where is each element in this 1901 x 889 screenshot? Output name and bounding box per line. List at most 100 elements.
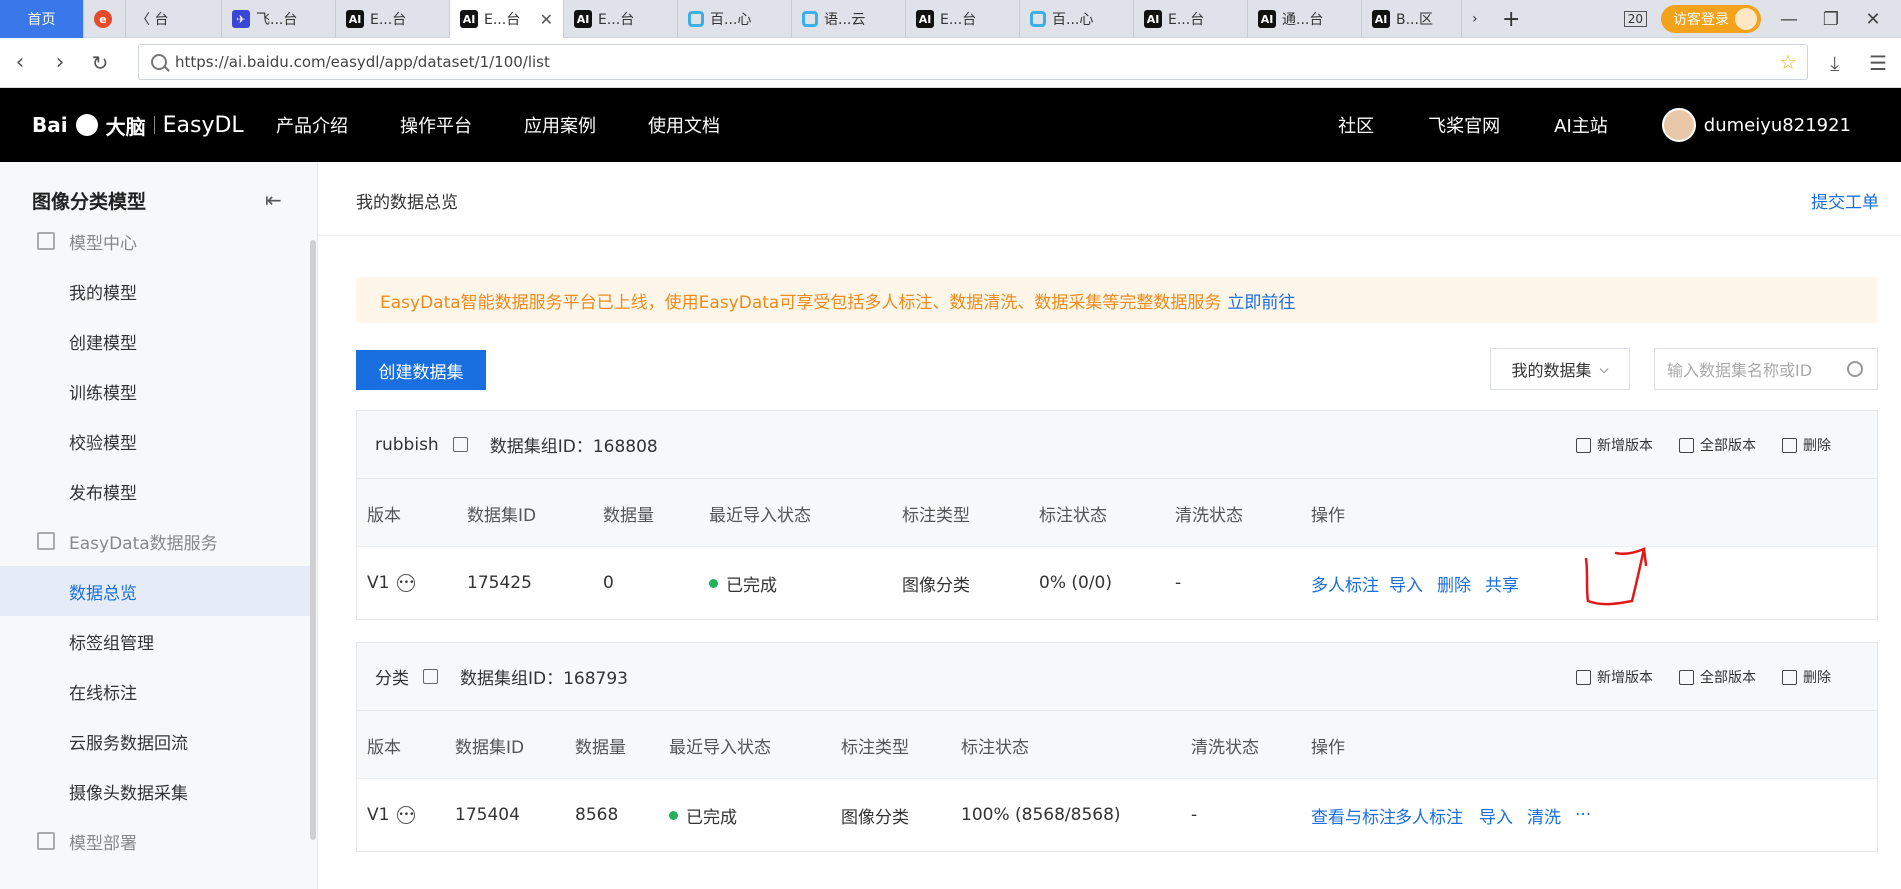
nav-cases[interactable]: 应用案例 [524, 112, 596, 138]
sidebar-item-online-labeling[interactable]: 在线标注 [0, 666, 310, 716]
back-icon[interactable]: ‹ [0, 50, 40, 75]
tab-2[interactable]: ✈ 飞...台 [222, 0, 336, 38]
tab-3[interactable]: AI E...台 [336, 0, 450, 38]
more-ops-link[interactable]: ··· [1575, 779, 1591, 851]
nav-ai-main[interactable]: AI主站 [1554, 112, 1608, 138]
sidebar-item-label: 模型中心 [69, 233, 137, 254]
create-dataset-button[interactable]: 创建数据集 [356, 350, 486, 390]
minimize-icon[interactable]: — [1775, 9, 1803, 30]
sidebar: 图像分类模型 ⇤ 模型中心 我的模型 创建模型 训练模型 校验模型 发布模型 E… [0, 162, 318, 889]
restore-icon[interactable]: ❐ [1817, 9, 1845, 30]
add-version-button[interactable]: 新增版本 [1576, 667, 1653, 687]
nav-platform[interactable]: 操作平台 [400, 112, 472, 138]
tab-0[interactable]: e [84, 0, 126, 38]
more-options-icon[interactable]: ••• [397, 806, 416, 824]
import-link[interactable]: 导入 [1479, 779, 1513, 851]
tab-5[interactable]: AI E...台 [564, 0, 678, 38]
star-icon[interactable]: ☆ [1779, 50, 1797, 74]
clean-link[interactable]: 清洗 [1527, 779, 1561, 851]
tab-12[interactable]: AI B...区 [1362, 0, 1462, 38]
nav-community[interactable]: 社区 [1338, 112, 1374, 138]
sidebar-scrollbar[interactable] [310, 240, 316, 840]
grid-icon [1679, 437, 1694, 453]
dataset-filter-select[interactable]: 我的数据集 ⌵ [1490, 348, 1630, 390]
sidebar-item-data-overview[interactable]: 数据总览 [0, 566, 310, 616]
tab-1[interactable]: 〈 台 [126, 0, 222, 38]
col-dataset-id: 数据集ID [455, 737, 525, 758]
label-status-cell: 0% (0/0) [1039, 573, 1112, 593]
logo-brain: 大脑 [105, 114, 146, 139]
search-placeholder: 输入数据集名称或ID [1667, 361, 1813, 380]
sidebar-item-label-groups[interactable]: 标签组管理 [0, 616, 310, 666]
sidebar-item-camera-collect[interactable]: 摄像头数据采集 [0, 766, 310, 816]
reload-icon[interactable]: ↻ [80, 51, 120, 75]
edit-icon[interactable] [423, 669, 438, 684]
tab-home[interactable]: 首页 [0, 0, 84, 38]
all-versions-button[interactable]: 全部版本 [1679, 667, 1756, 687]
sidebar-item-label: EasyData数据服务 [69, 533, 218, 554]
forward-icon[interactable]: › [40, 50, 80, 75]
chart-icon [37, 532, 55, 550]
sidebar-group-model-center[interactable]: 模型中心 [0, 216, 310, 266]
dataset-card-classify: 分类 数据集组ID：168793 新增版本 全部版本 删除 版本 数据集ID 数… [356, 642, 1878, 852]
collapse-menu-icon[interactable]: ⇤ [265, 188, 282, 212]
nav-product-intro[interactable]: 产品介绍 [276, 112, 348, 138]
chevron-down-icon: ⌵ [1599, 361, 1609, 376]
tab-4-active[interactable]: AI E...台 ✕ [450, 0, 564, 38]
edit-icon[interactable] [452, 437, 468, 452]
delete-link[interactable]: 删除 [1437, 547, 1471, 619]
col-label-type: 标注类型 [841, 737, 909, 758]
tab-6[interactable]: 百...心 [678, 0, 792, 38]
ai-icon: AI [1258, 10, 1276, 28]
tab-10[interactable]: AI E...台 [1134, 0, 1248, 38]
user-menu[interactable]: dumeiyu821921 [1661, 108, 1851, 142]
dataset-search-input[interactable]: 输入数据集名称或ID [1654, 348, 1878, 390]
sidebar-item-create-model[interactable]: 创建模型 [0, 316, 310, 366]
sidebar-item-cloud-reflow[interactable]: 云服务数据回流 [0, 716, 310, 766]
view-and-label-link[interactable]: 查看与标注 [1311, 779, 1396, 851]
search-icon[interactable] [1847, 361, 1863, 377]
download-icon[interactable]: ⤓ [1830, 51, 1839, 75]
delete-group-button[interactable]: 删除 [1782, 667, 1831, 687]
tab-11[interactable]: AI 通...台 [1248, 0, 1362, 38]
logo[interactable]: Bai 大脑 EasyDL [32, 88, 244, 162]
sidebar-item-train-model[interactable]: 训练模型 [0, 366, 310, 416]
tab-9[interactable]: 百...心 [1020, 0, 1134, 38]
visitor-login-button[interactable]: 访客登录 [1661, 5, 1761, 33]
import-link[interactable]: 导入 [1389, 547, 1423, 619]
window-close-icon[interactable]: ✕ [1859, 9, 1887, 30]
col-count: 数据量 [575, 737, 626, 758]
notice-go-link[interactable]: 立即前往 [1227, 288, 1295, 313]
version-value: V1 [367, 573, 390, 593]
sidebar-group-easydata[interactable]: EasyData数据服务 [0, 516, 310, 566]
multi-label-link[interactable]: 多人标注 [1395, 779, 1463, 851]
url-field[interactable]: https://ai.baidu.com/easydl/app/dataset/… [138, 44, 1808, 80]
nav-paddle[interactable]: 飞桨官网 [1428, 112, 1500, 138]
sidebar-item-label: 校验模型 [69, 433, 137, 454]
submit-ticket-link[interactable]: 提交工单 [1811, 188, 1879, 213]
new-tab-button[interactable]: + [1492, 0, 1532, 38]
sidebar-item-validate-model[interactable]: 校验模型 [0, 416, 310, 466]
sidebar-group-deploy[interactable]: 模型部署 [0, 816, 310, 866]
tab-8[interactable]: AI E...台 [906, 0, 1020, 38]
sidebar-item-publish-model[interactable]: 发布模型 [0, 466, 310, 516]
close-icon[interactable]: ✕ [540, 10, 553, 29]
hexagon-icon [688, 11, 704, 27]
import-status-value: 已完成 [686, 807, 737, 828]
tab-count-badge[interactable]: 20 [1623, 11, 1647, 27]
sidebar-item-my-models[interactable]: 我的模型 [0, 266, 310, 316]
multi-label-link[interactable]: 多人标注 [1311, 547, 1379, 619]
tab-7[interactable]: 语...云 [792, 0, 906, 38]
tab-scroll-right[interactable]: › [1462, 0, 1492, 38]
dataset-card-header: rubbish 数据集组ID：168808 新增版本 全部版本 删除 [357, 411, 1877, 479]
nav-docs[interactable]: 使用文档 [648, 112, 720, 138]
ai-icon: AI [574, 10, 592, 28]
share-link[interactable]: 共享 [1485, 547, 1519, 619]
add-version-button[interactable]: 新增版本 [1576, 435, 1653, 455]
more-options-icon[interactable]: ••• [397, 574, 416, 592]
divider [153, 116, 155, 134]
menu-icon[interactable]: ☰ [1869, 51, 1887, 75]
browser-tab-bar: 首页 e 〈 台 ✈ 飞...台 AI E...台 AI E...台 ✕ AI E...台… [0, 0, 1901, 38]
delete-group-button[interactable]: 删除 [1782, 435, 1831, 455]
all-versions-button[interactable]: 全部版本 [1679, 435, 1756, 455]
